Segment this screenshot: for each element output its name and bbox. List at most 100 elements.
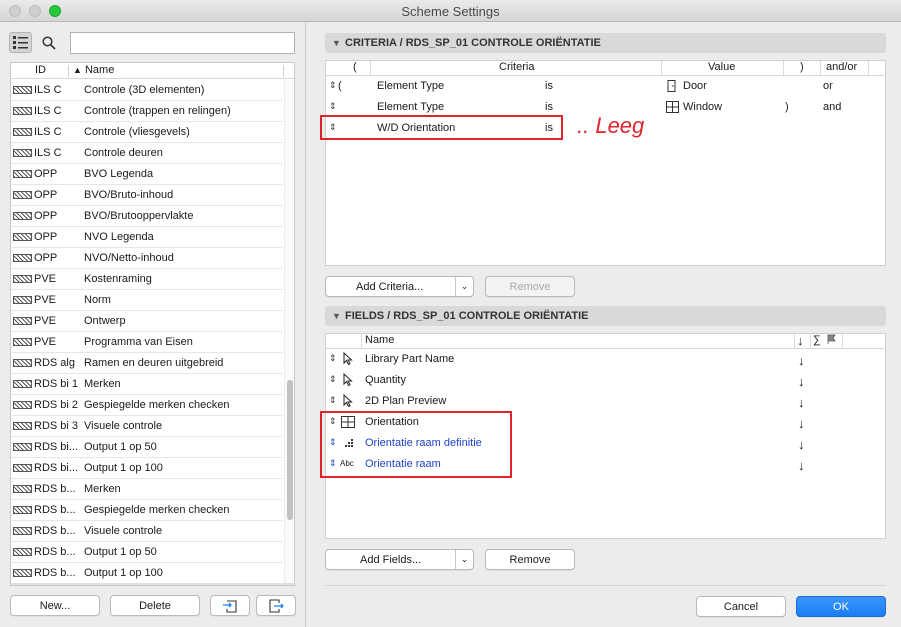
chevron-down-icon[interactable]: ⌄: [455, 550, 473, 569]
list-item[interactable]: ILS C Controle (trappen en relingen): [11, 101, 283, 122]
criteria-value[interactable]: Door: [683, 80, 707, 92]
sort-arrow-icon[interactable]: ↓: [798, 353, 805, 368]
sort-arrow-icon[interactable]: ↓: [798, 416, 805, 431]
column-divider[interactable]: [810, 334, 811, 349]
column-divider[interactable]: [820, 61, 821, 76]
list-item[interactable]: OPP BVO/Brutooppervlakte: [11, 206, 283, 227]
list-item[interactable]: RDS bi 2 Gespiegelde merken checken: [11, 395, 283, 416]
list-item[interactable]: OPP NVO Legenda: [11, 227, 283, 248]
list-item[interactable]: RDS alg Ramen en deuren uitgebreid: [11, 353, 283, 374]
field-row[interactable]: ⇕ Quantity ↓: [326, 370, 885, 391]
criteria-open-paren[interactable]: (: [338, 80, 342, 92]
list-view-toggle[interactable]: [9, 32, 32, 53]
divider: [325, 585, 886, 586]
criteria-operator[interactable]: is: [545, 80, 553, 92]
export-icon: [269, 598, 284, 613]
list-item[interactable]: RDS bi 3 Visuele controle: [11, 416, 283, 437]
list-item[interactable]: OPP BVO Legenda: [11, 164, 283, 185]
list-item[interactable]: OPP BVO/Bruto-inhoud: [11, 185, 283, 206]
criteria-section-header[interactable]: ▼ CRITERIA / RDS_SP_01 CONTROLE ORIËNTAT…: [325, 33, 886, 53]
list-item[interactable]: RDS b... Output 1 op 100: [11, 563, 283, 584]
column-divider[interactable]: [794, 334, 795, 349]
list-item[interactable]: RDS b... Gespiegelde merken checken: [11, 500, 283, 521]
list-item[interactable]: PVE Programma van Eisen: [11, 332, 283, 353]
hatch-pattern-icon: [13, 338, 32, 346]
fields-header-sum[interactable]: ∑: [813, 334, 821, 348]
drag-handle-icon[interactable]: ⇕: [329, 80, 337, 91]
criteria-andor[interactable]: or: [823, 80, 833, 92]
list-item[interactable]: RDS bi... Output 1 op 50: [11, 437, 283, 458]
column-divider[interactable]: [783, 61, 784, 76]
column-divider[interactable]: [661, 61, 662, 76]
criteria-header-andor: and/or: [826, 61, 858, 73]
chevron-down-icon[interactable]: ⌄: [455, 277, 473, 296]
column-divider[interactable]: [68, 65, 69, 77]
column-divider[interactable]: [868, 61, 869, 76]
drag-handle-icon[interactable]: ⇕: [329, 353, 337, 364]
drag-handle-icon[interactable]: ⇕: [329, 101, 337, 112]
search-input[interactable]: [70, 32, 295, 54]
list-item[interactable]: ILS C Controle deuren: [11, 143, 283, 164]
list-item[interactable]: OPP NVO/Netto-inhoud: [11, 248, 283, 269]
column-header-id[interactable]: ID: [35, 64, 46, 76]
fields-section-header[interactable]: ▼ FIELDS / RDS_SP_01 CONTROLE ORIËNTATIE: [325, 306, 886, 326]
drag-handle-icon[interactable]: ⇕: [329, 374, 337, 385]
cancel-button[interactable]: Cancel: [696, 596, 786, 617]
sort-arrow-icon[interactable]: ↓: [798, 374, 805, 389]
delete-scheme-button[interactable]: Delete: [110, 595, 200, 616]
criteria-element[interactable]: Element Type: [377, 101, 444, 113]
add-fields-button[interactable]: Add Fields... ⌄: [325, 549, 474, 570]
field-name[interactable]: 2D Plan Preview: [365, 395, 446, 407]
list-item[interactable]: RDS b... Merken: [11, 479, 283, 500]
import-button[interactable]: [210, 595, 250, 616]
export-button[interactable]: [256, 595, 296, 616]
sort-arrow-icon[interactable]: ↓: [798, 395, 805, 410]
list-item[interactable]: PVE Kostenraming: [11, 269, 283, 290]
scrollbar-thumb[interactable]: [287, 380, 293, 520]
new-scheme-button[interactable]: New...: [10, 595, 100, 616]
list-item[interactable]: RDS b... Output 1 op 50: [11, 542, 283, 563]
criteria-value[interactable]: Window: [683, 101, 722, 113]
title-bar: Scheme Settings: [0, 0, 901, 22]
list-item[interactable]: RDS b... Visuele controle: [11, 521, 283, 542]
list-item[interactable]: ILS C Controle (3D elementen): [11, 80, 283, 101]
criteria-andor[interactable]: and: [823, 101, 841, 113]
column-divider[interactable]: [283, 65, 284, 77]
add-criteria-button[interactable]: Add Criteria... ⌄: [325, 276, 474, 297]
criteria-row[interactable]: ⇕ ( Element Type is Door or: [326, 76, 885, 97]
list-item[interactable]: RDS bi 1 Merken: [11, 374, 283, 395]
collapse-triangle-icon: ▼: [332, 311, 341, 321]
list-item-id: RDS bi...: [34, 462, 79, 474]
field-row[interactable]: ⇕ Library Part Name ↓: [326, 349, 885, 370]
criteria-element[interactable]: Element Type: [377, 80, 444, 92]
list-item[interactable]: ILS C Controle (vliesgevels): [11, 122, 283, 143]
column-divider[interactable]: [370, 61, 371, 76]
drag-handle-icon[interactable]: ⇕: [329, 395, 337, 406]
list-item[interactable]: RDS bi... Output 1 op 100: [11, 458, 283, 479]
field-name[interactable]: Quantity: [365, 374, 406, 386]
list-item-id: RDS b...: [34, 504, 76, 516]
column-divider[interactable]: [361, 334, 362, 349]
criteria-close-paren[interactable]: ): [785, 101, 789, 113]
list-item-id: OPP: [34, 231, 58, 243]
hatch-pattern-icon: [13, 548, 32, 556]
column-divider[interactable]: [842, 334, 843, 349]
field-name[interactable]: Library Part Name: [365, 353, 454, 365]
list-item-name: Merken: [84, 378, 121, 390]
sort-arrow-icon[interactable]: ↓: [798, 458, 805, 473]
search-button[interactable]: [39, 32, 59, 53]
criteria-operator[interactable]: is: [545, 101, 553, 113]
list-item-id: ILS C: [34, 84, 62, 96]
remove-field-button[interactable]: Remove: [485, 549, 575, 570]
column-header-name[interactable]: ▲ Name: [73, 64, 114, 76]
field-row[interactable]: ⇕ 2D Plan Preview ↓: [326, 391, 885, 412]
ok-button[interactable]: OK: [796, 596, 886, 617]
fields-header-sort[interactable]: ↓: [797, 334, 804, 348]
horizontal-scrollbar[interactable]: [11, 583, 294, 585]
vertical-scrollbar[interactable]: [284, 80, 294, 585]
remove-criteria-button[interactable]: Remove: [485, 276, 575, 297]
flag-icon[interactable]: [826, 334, 838, 348]
list-item[interactable]: PVE Ontwerp: [11, 311, 283, 332]
sort-arrow-icon[interactable]: ↓: [798, 437, 805, 452]
list-item[interactable]: PVE Norm: [11, 290, 283, 311]
